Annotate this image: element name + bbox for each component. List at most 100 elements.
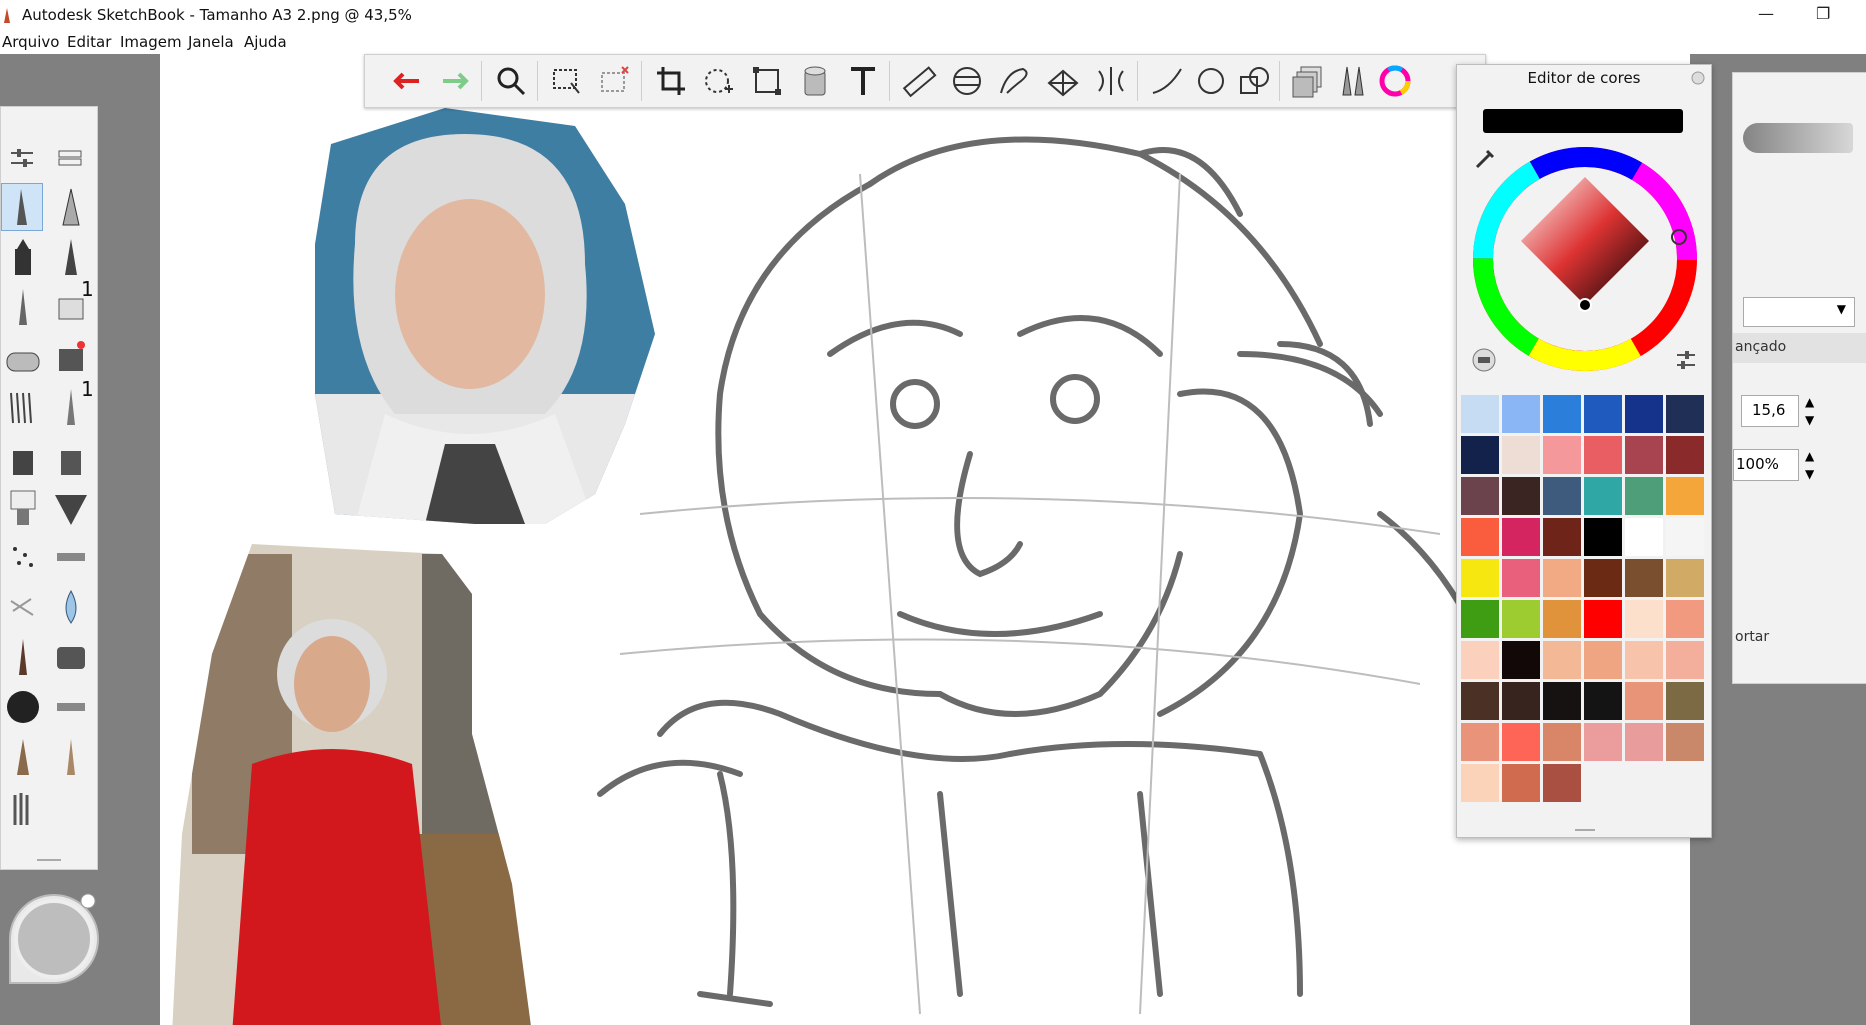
color-swatch[interactable] xyxy=(1584,477,1622,515)
panel-resize-handle[interactable] xyxy=(37,859,61,861)
panel-resize-handle[interactable] xyxy=(1575,829,1595,831)
color-swatch[interactable] xyxy=(1543,477,1581,515)
brush-library-grid-icon[interactable] xyxy=(57,145,83,171)
undo-icon[interactable] xyxy=(389,63,425,99)
color-swatch[interactable] xyxy=(1666,559,1704,597)
color-swatch[interactable] xyxy=(1461,764,1499,802)
color-swatch[interactable] xyxy=(1666,436,1704,474)
color-swatch[interactable] xyxy=(1584,559,1622,597)
color-swatch[interactable] xyxy=(1625,436,1663,474)
color-swatch[interactable] xyxy=(1502,436,1540,474)
color-swatch[interactable] xyxy=(1461,395,1499,433)
pencil-brush-icon[interactable] xyxy=(3,185,43,229)
color-swatch[interactable] xyxy=(1584,436,1622,474)
color-swatch[interactable] xyxy=(1502,723,1540,761)
brush-properties-icon[interactable] xyxy=(9,145,35,171)
crop-icon[interactable] xyxy=(653,63,689,99)
color-swatch[interactable] xyxy=(1502,518,1540,556)
brush-type-dropdown[interactable]: ▼ xyxy=(1743,297,1855,327)
color-swatch[interactable] xyxy=(1666,477,1704,515)
color-swatch[interactable] xyxy=(1625,518,1663,556)
color-swatch[interactable] xyxy=(1543,764,1581,802)
color-swatch[interactable] xyxy=(1666,600,1704,638)
shapes-icon[interactable] xyxy=(1237,63,1273,99)
color-swatch[interactable] xyxy=(1666,723,1704,761)
menu-imagem[interactable]: Imagem xyxy=(120,33,182,51)
felt-marker-brush-icon[interactable] xyxy=(51,435,91,479)
current-color-swatch[interactable] xyxy=(1483,109,1683,133)
color-swatch[interactable] xyxy=(1666,641,1704,679)
color-swatch[interactable] xyxy=(1666,682,1704,720)
color-swatch[interactable] xyxy=(1625,723,1663,761)
color-swatch[interactable] xyxy=(1584,723,1622,761)
menu-arquivo[interactable]: Arquivo xyxy=(2,33,59,51)
export-button[interactable]: ortar xyxy=(1733,625,1866,653)
layers-icon[interactable] xyxy=(1291,63,1327,99)
color-swatch[interactable] xyxy=(1502,682,1540,720)
sponge-brush-icon[interactable] xyxy=(51,635,91,679)
opacity-stepper-down-icon[interactable]: ▼ xyxy=(1805,467,1814,481)
color-swatch[interactable] xyxy=(1584,518,1622,556)
paintbrush-brush-icon[interactable] xyxy=(3,285,43,329)
color-swatch[interactable] xyxy=(1461,600,1499,638)
zoom-icon[interactable] xyxy=(493,63,529,99)
color-wheel-icon[interactable] xyxy=(1377,63,1413,99)
color-swatch[interactable] xyxy=(1666,518,1704,556)
marker-brush-icon[interactable] xyxy=(3,235,43,279)
color-swatch[interactable] xyxy=(1461,641,1499,679)
opacity-stepper-up-icon[interactable]: ▲ xyxy=(1805,449,1814,463)
color-swatch[interactable] xyxy=(1625,559,1663,597)
line-tool-icon[interactable] xyxy=(1149,63,1185,99)
color-swatch[interactable] xyxy=(1543,436,1581,474)
soft-eraser-brush-icon[interactable] xyxy=(3,335,43,379)
color-swatch[interactable] xyxy=(1543,641,1581,679)
color-mixer-icon[interactable] xyxy=(1471,347,1497,373)
round-brush-icon[interactable] xyxy=(3,635,43,679)
color-swatch[interactable] xyxy=(1502,764,1540,802)
splatter-brush-icon[interactable] xyxy=(3,685,43,729)
color-swatch[interactable] xyxy=(1502,559,1540,597)
color-swatch[interactable] xyxy=(1543,600,1581,638)
speckle-brush-icon[interactable] xyxy=(3,535,43,579)
color-swatch[interactable] xyxy=(1461,477,1499,515)
color-swatch[interactable] xyxy=(1543,395,1581,433)
color-swatch[interactable] xyxy=(1584,682,1622,720)
size-stepper-down-icon[interactable]: ▼ xyxy=(1805,413,1814,427)
menu-editar[interactable]: Editar xyxy=(67,33,111,51)
color-swatch[interactable] xyxy=(1543,518,1581,556)
color-puck[interactable] xyxy=(0,885,108,993)
color-swatch[interactable] xyxy=(1625,641,1663,679)
pastel-brush-icon[interactable] xyxy=(51,685,91,729)
transform-icon[interactable] xyxy=(701,63,737,99)
charcoal-brush-icon[interactable] xyxy=(51,735,91,779)
brush-opacity-input[interactable]: 100% xyxy=(1733,449,1799,481)
brush-size-input[interactable]: 15,6 xyxy=(1741,395,1799,427)
close-icon[interactable] xyxy=(1691,71,1705,85)
color-swatch[interactable] xyxy=(1461,518,1499,556)
ellipse-tool-icon[interactable] xyxy=(1193,63,1229,99)
ruler-icon[interactable] xyxy=(901,63,937,99)
clear-selection-icon[interactable] xyxy=(597,63,633,99)
color-swatch[interactable] xyxy=(1461,436,1499,474)
color-swatch[interactable] xyxy=(1666,395,1704,433)
flat-brush-icon[interactable] xyxy=(3,485,43,529)
fan-brush-icon[interactable] xyxy=(51,485,91,529)
color-swatch[interactable] xyxy=(1584,395,1622,433)
minimize-icon[interactable]: — xyxy=(1758,4,1774,23)
color-swatch[interactable] xyxy=(1461,682,1499,720)
color-swatch[interactable] xyxy=(1625,682,1663,720)
bristle-brush-icon[interactable] xyxy=(3,785,43,829)
fill-bucket-icon[interactable] xyxy=(797,63,833,99)
color-swatch[interactable] xyxy=(1625,477,1663,515)
text-icon[interactable] xyxy=(845,63,881,99)
ellipse-guide-icon[interactable] xyxy=(949,63,985,99)
restore-icon[interactable]: ❐ xyxy=(1816,4,1830,23)
color-swatch[interactable] xyxy=(1502,395,1540,433)
color-swatch[interactable] xyxy=(1502,477,1540,515)
color-swatch[interactable] xyxy=(1543,723,1581,761)
symmetry-icon[interactable] xyxy=(1093,63,1129,99)
blender-brush-icon[interactable] xyxy=(51,585,91,629)
texture-brush-icon[interactable] xyxy=(3,585,43,629)
color-swatch[interactable] xyxy=(1543,559,1581,597)
selection-icon[interactable] xyxy=(549,63,585,99)
